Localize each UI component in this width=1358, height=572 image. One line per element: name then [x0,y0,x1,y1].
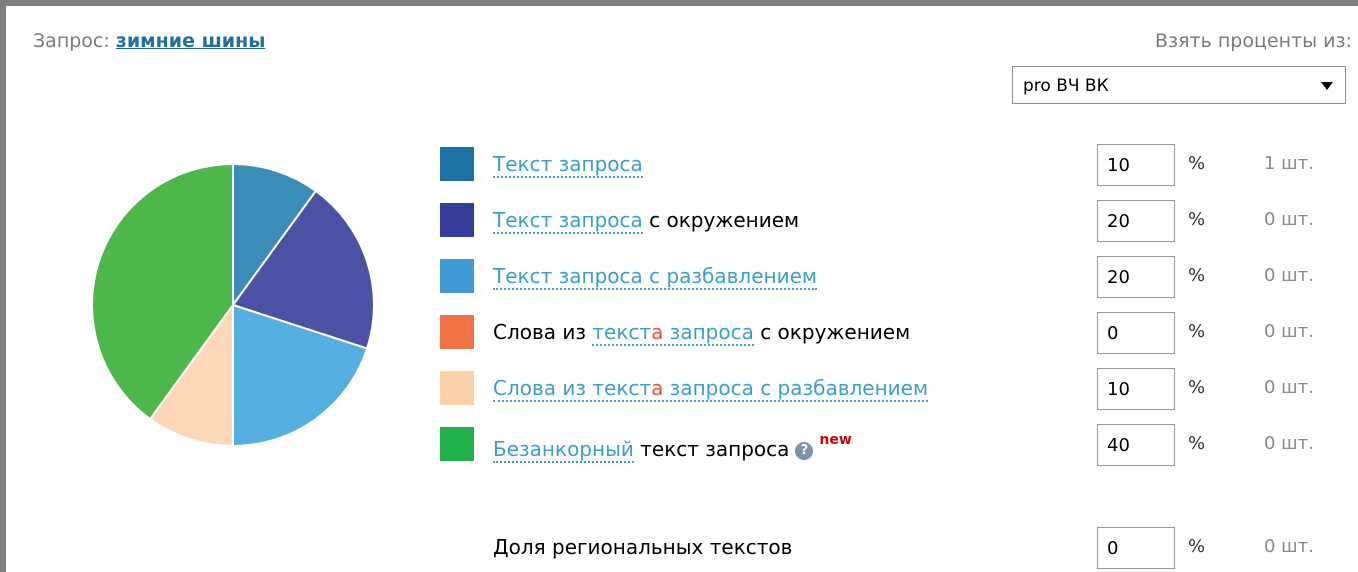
new-badge: new [819,432,852,448]
link-anchorless[interactable]: Безанкорный [493,437,634,463]
row-query-text: Текст запроса % 1 шт. [0,144,1358,186]
link-highlight: а [651,320,664,344]
count-query-words-surrounded: 0 шт. [1264,321,1314,342]
swatch-query-text [440,147,474,181]
swatch-query-text-surrounded [440,203,474,237]
link-query-words-diluted[interactable]: Слова из текста запроса с разбавлением [493,376,929,402]
label-rest: текст запроса [633,437,790,461]
label-query-text-diluted: Текст запроса с разбавлением [493,264,817,290]
row-query-words-surrounded: Слова из текста запроса с окружением % 0… [0,312,1358,354]
link-highlight: а [651,376,664,400]
percent-sign: % [1188,433,1206,454]
percent-input-query-words-surrounded[interactable] [1097,312,1175,354]
percent-input-query-text-surrounded[interactable] [1097,200,1175,242]
row-anchorless-text: Безанкорный текст запроса? new % 0 шт. [0,424,1358,466]
link-part-a: Слова из текст [493,376,652,400]
count-query-words-diluted: 0 шт. [1264,377,1314,398]
count-query-text-diluted: 0 шт. [1264,265,1314,286]
query-label: Запрос: зимние шины [33,30,265,52]
link-query-text[interactable]: Текст запроса [493,152,643,178]
percent-input-query-text[interactable] [1097,144,1175,186]
label-query-text-surrounded: Текст запроса с окружением [493,208,800,234]
percent-sign: % [1188,265,1206,286]
percent-source-select[interactable]: pro ВЧ ВК [1012,66,1346,104]
link-part-a: текст [592,320,652,344]
label-rest: с окружением [753,320,911,344]
count-regional: 0 шт. [1264,536,1314,557]
count-query-text: 1 шт. [1264,153,1314,174]
percent-sign: % [1188,377,1206,398]
label-query-text: Текст запроса [493,152,643,178]
percent-input-query-words-diluted[interactable] [1097,368,1175,410]
help-icon[interactable]: ? [795,442,814,460]
percent-source-label: Взять проценты из: [1155,30,1352,52]
percent-sign: % [1188,321,1206,342]
link-part-b: запроса с разбавлением [663,376,929,400]
row-query-text-diluted: Текст запроса с разбавлением % 0 шт. [0,256,1358,298]
swatch-query-words-surrounded [440,315,474,349]
window-frame-top [0,0,1358,6]
label-query-words-diluted: Слова из текста запроса с разбавлением [493,376,929,402]
label-regional-texts: Доля региональных текстов [493,535,793,559]
percent-input-query-text-diluted[interactable] [1097,256,1175,298]
swatch-query-text-diluted [440,259,474,293]
link-part-b: запроса [663,320,754,344]
row-query-text-surrounded: Текст запроса с окружением % 0 шт. [0,200,1358,242]
query-link[interactable]: зимние шины [116,30,266,52]
link-query-words-surrounded[interactable]: текста запроса [592,320,754,346]
percent-sign: % [1188,153,1206,174]
swatch-query-words-diluted [440,371,474,405]
link-query-text-diluted[interactable]: Текст запроса с разбавлением [493,264,817,290]
label-anchorless-text: Безанкорный текст запроса ? new [493,432,852,463]
percent-source-selected: pro ВЧ ВК [1023,76,1109,96]
row-regional-texts: Доля региональных текстов % 0 шт. [0,527,1358,569]
chevron-down-icon[interactable] [1321,82,1333,90]
count-anchorless-text: 0 шт. [1264,433,1314,454]
percent-sign: % [1188,536,1206,557]
row-query-words-diluted: Слова из текста запроса с разбавлением %… [0,368,1358,410]
percent-sign: % [1188,209,1206,230]
label-query-words-surrounded: Слова из текста запроса с окружением [493,320,911,346]
percent-input-anchorless-text[interactable] [1097,424,1175,466]
swatch-anchorless-text [440,427,474,461]
percent-input-regional[interactable] [1097,527,1175,569]
label-prefix: Слова из [493,320,593,344]
link-query-text-surrounded[interactable]: Текст запроса [493,208,643,234]
count-query-text-surrounded: 0 шт. [1264,209,1314,230]
query-label-text: Запрос: [33,30,110,52]
label-rest: с окружением [642,208,800,232]
